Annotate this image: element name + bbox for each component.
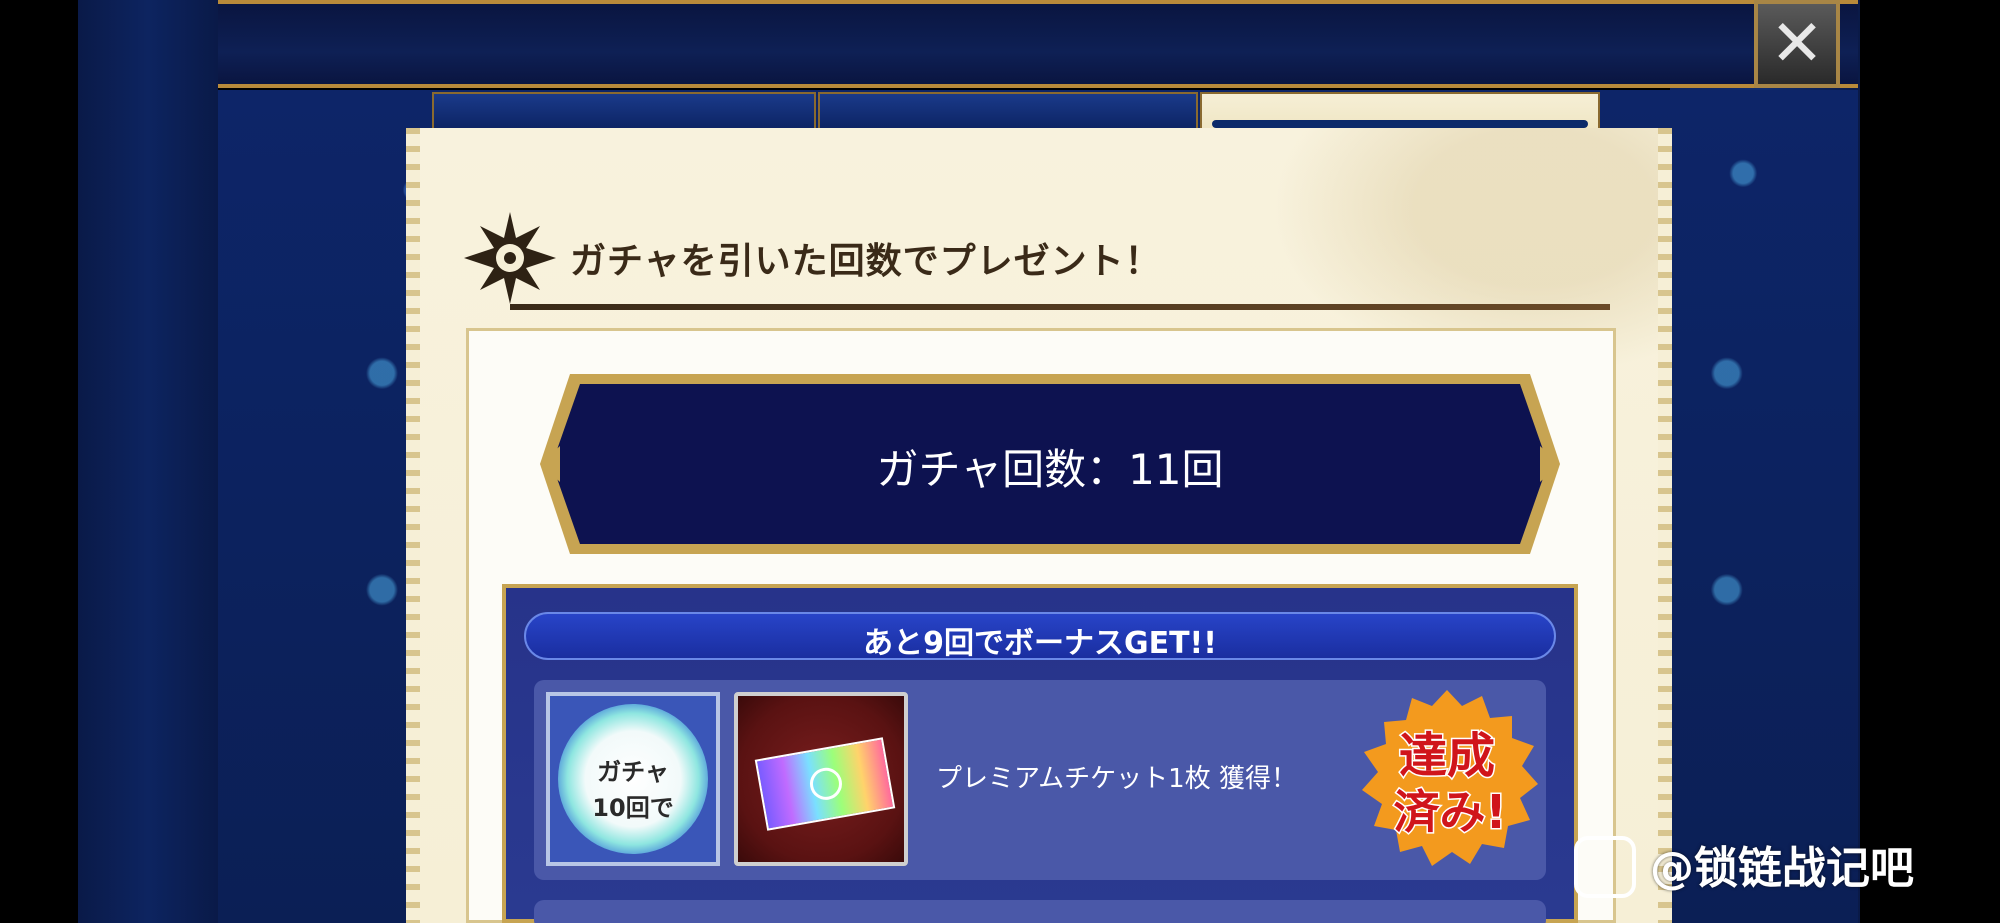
bonus-header: あと9回でボーナスGET!! xyxy=(524,612,1556,661)
watermark-text: @锁链战记吧 xyxy=(1650,843,1914,894)
top-bar xyxy=(218,0,1858,88)
bonus-header-text: あと9回でボーナスGET!! xyxy=(863,626,1217,661)
ticket-emblem xyxy=(807,765,845,803)
tab-2[interactable] xyxy=(818,92,1198,132)
section-header: ガチャを引いた回数でプレゼント！ xyxy=(460,208,1630,318)
close-button[interactable]: ✕ xyxy=(1754,0,1840,88)
gacha-count-text: ガチャ回数：11回 xyxy=(876,445,1224,494)
next-reward-row xyxy=(534,900,1546,923)
paper-edge-left xyxy=(406,128,420,923)
orb-inner: ガチャ 10回で xyxy=(558,704,708,854)
achieved-stamp: 達成 済み! xyxy=(1362,690,1538,866)
orb-text: ガチャ 10回で xyxy=(558,754,708,826)
snowflake-emblem-icon xyxy=(464,212,556,304)
stamp-line2: 済み! xyxy=(1394,785,1507,839)
section-title: ガチャを引いた回数でプレゼント！ xyxy=(570,241,1162,282)
watermark-icon xyxy=(1574,836,1636,898)
orb-text-line1: ガチャ xyxy=(597,758,669,786)
reward-label: プレミアムチケット1枚 獲得！ xyxy=(936,764,1297,794)
tab-row xyxy=(218,88,1858,132)
tab-underline xyxy=(1212,120,1588,128)
gacha-orb-icon: ガチャ 10回で xyxy=(546,692,720,866)
orb-text-line2: 10回で xyxy=(592,794,674,822)
tab-1[interactable] xyxy=(432,92,816,132)
paper-edge-right xyxy=(1658,128,1672,923)
game-screen: ✕ ガチャを引いた回数でプレゼント！ ガチャ回数：11回 あと9回でボーナスGE… xyxy=(0,0,2000,923)
close-icon: ✕ xyxy=(1770,7,1824,81)
stamp-line1: 達成 xyxy=(1399,728,1495,784)
premium-ticket-icon xyxy=(734,692,908,866)
background-left xyxy=(78,0,218,923)
gacha-count-banner: ガチャ回数：11回 xyxy=(540,374,1560,554)
title-underline xyxy=(510,304,1610,310)
ticket-graphic xyxy=(754,737,896,831)
